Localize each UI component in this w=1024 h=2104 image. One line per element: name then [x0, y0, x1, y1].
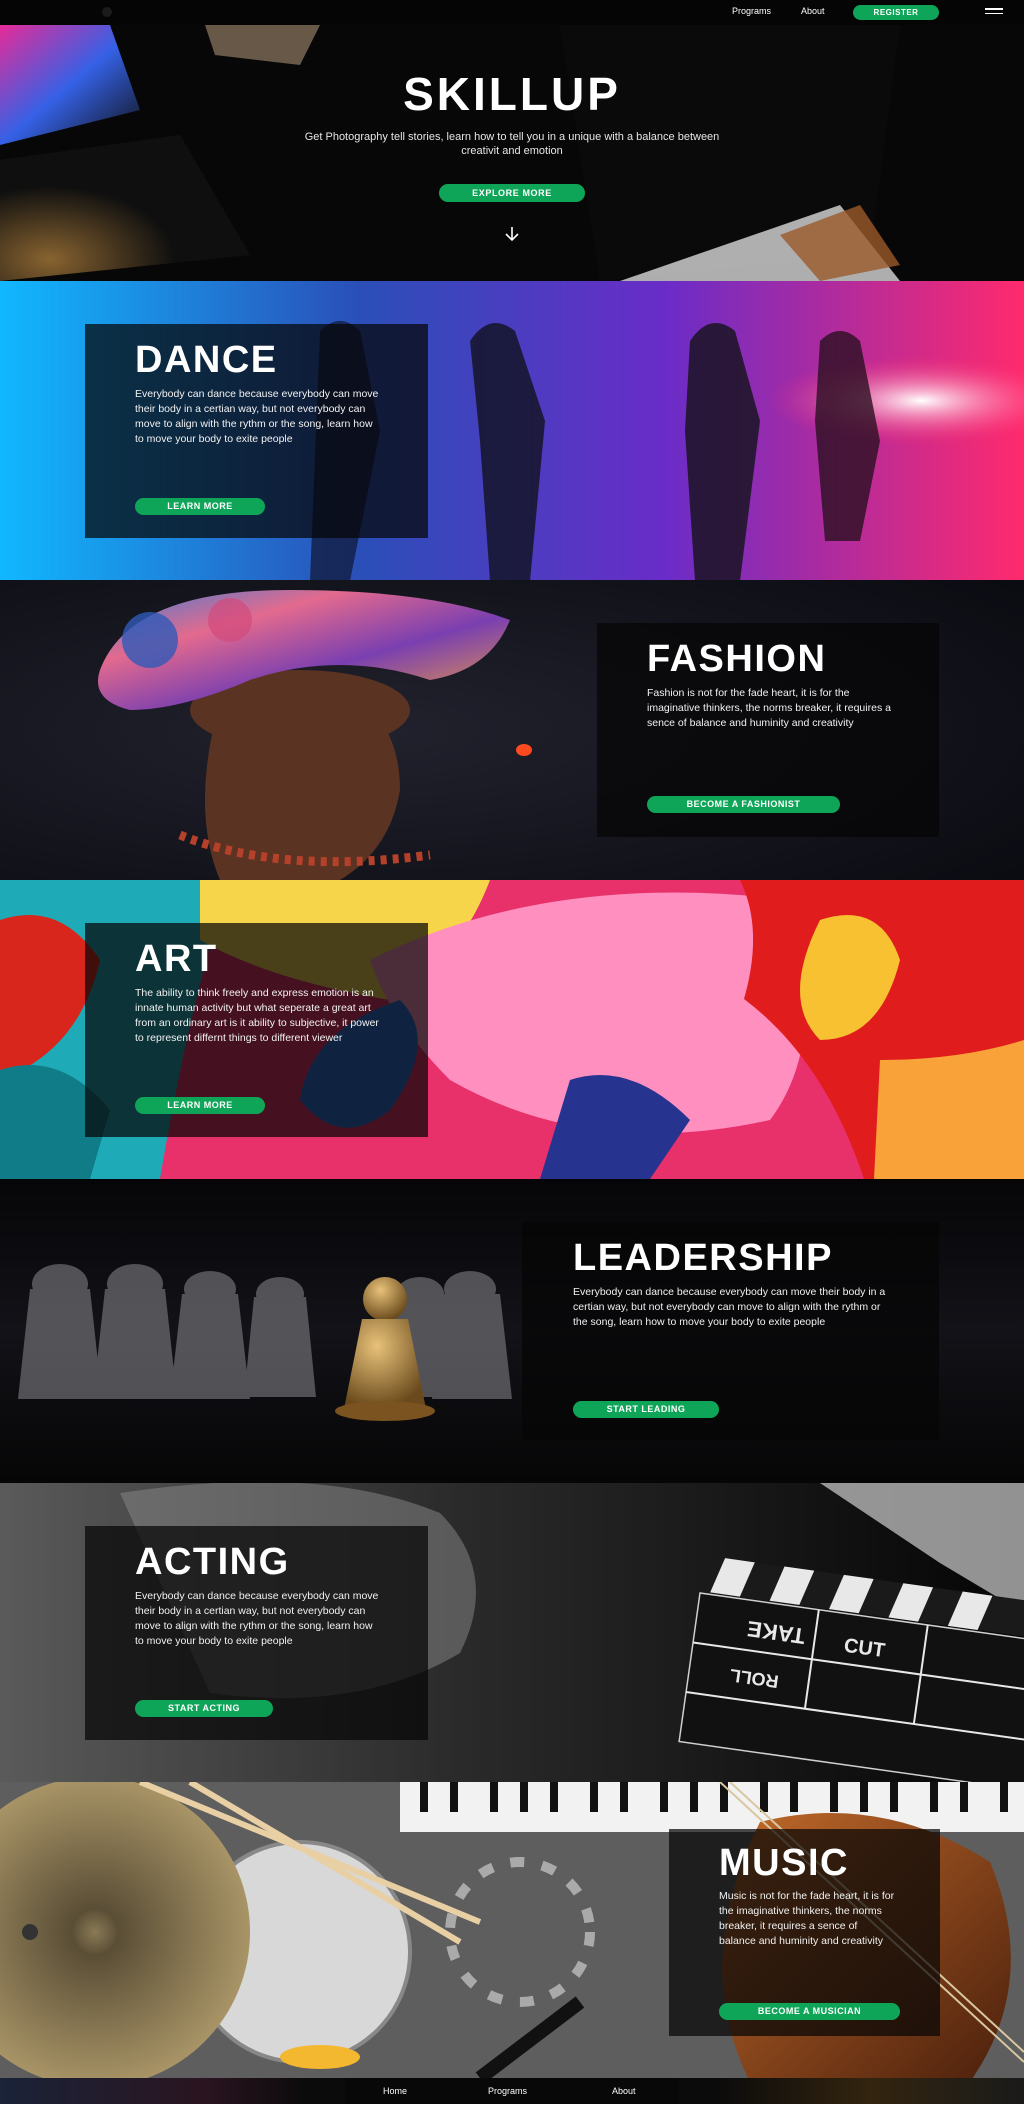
explore-more-button[interactable]: EXPLORE MORE [439, 184, 585, 202]
hero-title: SKILLUP [403, 68, 621, 120]
leadership-section: LEADERSHIP Everybody can dance because e… [0, 1179, 1024, 1483]
footer-link-home[interactable]: Home [383, 2086, 407, 2096]
music-title: MUSIC [719, 1842, 849, 1884]
acting-section: TAKE CUT ROLL ACTING Everybody can dance… [0, 1483, 1024, 1782]
acting-title: ACTING [135, 1541, 290, 1583]
leadership-card: LEADERSHIP Everybody can dance because e… [522, 1222, 939, 1440]
footer-nav: Home Programs About [345, 2078, 679, 2104]
fashion-title: FASHION [647, 638, 827, 680]
hero-subtitle: Get Photography tell stories, learn how … [304, 131, 720, 157]
nav-link-programs[interactable]: Programs [732, 6, 771, 16]
dance-section: DANCE Everybody can dance because everyb… [0, 281, 1024, 580]
footer-link-programs[interactable]: Programs [488, 2086, 527, 2096]
dance-learn-more-button[interactable]: LEARN MORE [135, 498, 265, 515]
start-acting-button[interactable]: START ACTING [135, 1700, 273, 1717]
fashion-description: Fashion is not for the fade heart, it is… [647, 687, 891, 729]
fashion-card: FASHION Fashion is not for the fade hear… [597, 623, 939, 837]
art-card: ART The ability to think freely and expr… [85, 923, 428, 1137]
dance-description: Everybody can dance because everybody ca… [135, 388, 379, 445]
footer: Home Programs About [0, 2078, 1024, 2104]
music-section: MUSIC Music is not for the fade heart, i… [0, 1782, 1024, 2078]
art-section: ART The ability to think freely and expr… [0, 880, 1024, 1179]
arrow-down-icon[interactable] [502, 225, 522, 243]
art-description: The ability to think freely and express … [135, 987, 379, 1044]
dance-title: DANCE [135, 339, 278, 381]
hamburger-menu-icon[interactable] [985, 8, 1003, 17]
music-card: MUSIC Music is not for the fade heart, i… [669, 1829, 940, 2036]
acting-description: Everybody can dance because everybody ca… [135, 1590, 379, 1647]
art-learn-more-button[interactable]: LEARN MORE [135, 1097, 265, 1114]
fashion-section: FASHION Fashion is not for the fade hear… [0, 580, 1024, 880]
nav-link-about[interactable]: About [801, 6, 825, 16]
become-a-fashionist-button[interactable]: BECOME A FASHIONIST [647, 796, 840, 813]
register-button[interactable]: REGISTER [853, 5, 939, 20]
leadership-description: Everybody can dance because everybody ca… [573, 1286, 886, 1328]
become-a-musician-button[interactable]: BECOME A MUSICIAN [719, 2003, 900, 2020]
leadership-title: LEADERSHIP [573, 1237, 833, 1279]
footer-link-about[interactable]: About [612, 2086, 636, 2096]
hero-section: SKILLUP Get Photography tell stories, le… [0, 25, 1024, 281]
acting-card: ACTING Everybody can dance because every… [85, 1526, 428, 1740]
start-leading-button[interactable]: START LEADING [573, 1401, 719, 1418]
art-title: ART [135, 938, 218, 980]
top-nav: Programs About REGISTER [0, 0, 1024, 25]
music-description: Music is not for the fade heart, it is f… [719, 1890, 895, 1947]
dance-card: DANCE Everybody can dance because everyb… [85, 324, 428, 538]
logo[interactable] [102, 7, 112, 17]
